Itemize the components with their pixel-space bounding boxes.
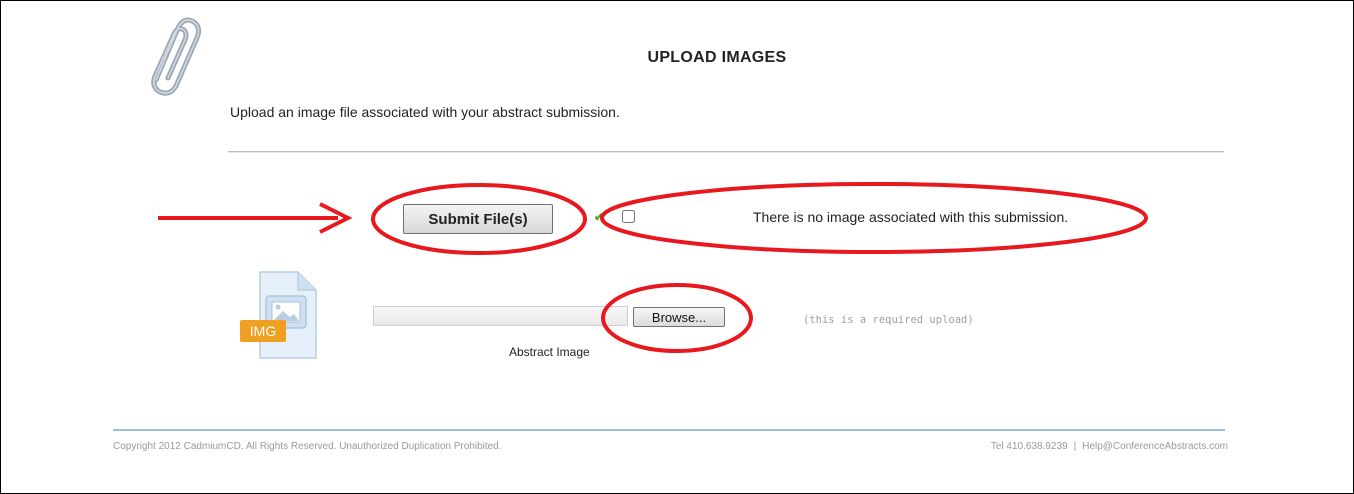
footer-copyright: Copyright 2012 CadmiumCD. All Rights Res… bbox=[113, 441, 502, 452]
footer-phone: Tel 410.638.9239 bbox=[990, 441, 1068, 452]
browse-button[interactable]: Browse... bbox=[633, 307, 725, 327]
submit-files-button[interactable]: Submit File(s) bbox=[403, 204, 553, 234]
required-upload-note: (this is a required upload) bbox=[803, 314, 974, 326]
footer-email-link[interactable]: Help@ConferenceAbstracts.com bbox=[1082, 441, 1228, 452]
divider bbox=[228, 151, 1224, 153]
footer-separator: | bbox=[1073, 441, 1077, 452]
footer-divider bbox=[113, 429, 1225, 431]
no-image-label: There is no image associated with this s… bbox=[753, 209, 1069, 225]
image-file-icon: IMG bbox=[240, 271, 317, 359]
checkmark-icon: ✔ bbox=[594, 210, 605, 224]
img-badge-text: IMG bbox=[250, 323, 276, 339]
file-field-caption: Abstract Image bbox=[509, 345, 590, 359]
page-title: UPLOAD IMAGES bbox=[647, 49, 787, 66]
intro-text: Upload an image file associated with you… bbox=[230, 104, 620, 120]
no-image-checkbox[interactable] bbox=[622, 210, 635, 223]
file-path-field[interactable] bbox=[373, 306, 628, 326]
footer-contact: Tel 410.638.9239 | Help@ConferenceAbstract… bbox=[991, 441, 1228, 452]
